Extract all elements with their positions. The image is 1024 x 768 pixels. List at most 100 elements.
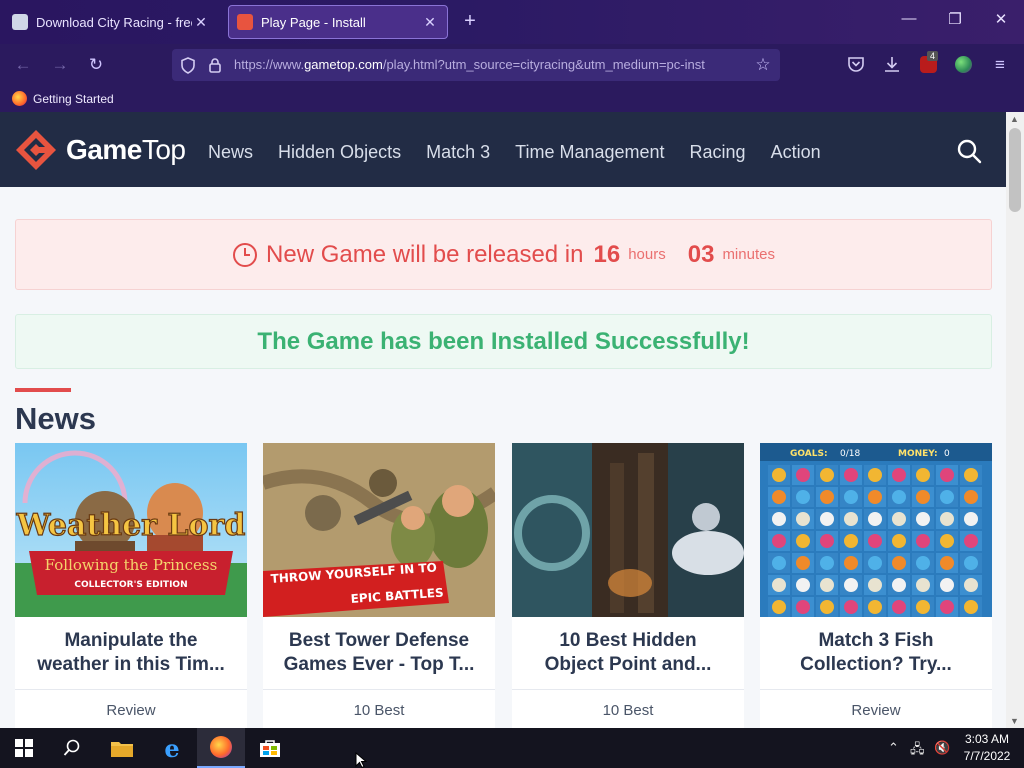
card-title-line2: Games Ever - Top T... — [283, 654, 475, 675]
thumb-money-label: MONEY: — [898, 449, 938, 459]
reload-icon[interactable]: ↻ — [85, 54, 107, 76]
menu-item-action[interactable]: Action — [771, 142, 821, 163]
search-icon[interactable] — [956, 138, 982, 164]
card-title[interactable]: Manipulate the weather in this Tim... — [15, 617, 247, 689]
tab-download-city-racing[interactable]: Download City Racing - free - la ✕ — [4, 5, 218, 39]
news-card-weather-lord[interactable]: Weather Lord Following the Princess COLL… — [15, 443, 247, 728]
card-title[interactable]: 10 Best Hidden Object Point and... — [512, 617, 744, 689]
thumb-title: Weather Lord — [16, 508, 246, 543]
close-tab-icon[interactable]: ✕ — [421, 14, 439, 31]
menu-item-news[interactable]: News — [208, 142, 253, 163]
search-taskbar-button[interactable] — [48, 728, 96, 768]
grid-gem — [796, 512, 810, 526]
match-3-fish-thumbnail[interactable]: GOALS: 0/18 MONEY: 0 — [760, 443, 992, 617]
grid-gem — [868, 490, 882, 504]
menu-item-time-management[interactable]: Time Management — [515, 142, 664, 163]
scroll-up-icon[interactable]: ▲ — [1010, 114, 1019, 124]
url-text[interactable]: https://www.gametop.com/play.html?utm_so… — [234, 57, 746, 72]
bookmark-star-icon[interactable]: ☆ — [752, 54, 774, 76]
hamburger-menu-icon[interactable]: ≡ — [989, 54, 1011, 76]
tower-defense-thumbnail[interactable]: THROW YOURSELF IN TO EPIC BATTLES — [263, 443, 495, 617]
pocket-icon[interactable] — [847, 56, 865, 73]
firefox-taskbar-button[interactable] — [197, 728, 245, 768]
grid-gem — [940, 468, 954, 482]
card-title[interactable]: Best Tower Defense Games Ever - Top T... — [263, 617, 495, 689]
gametop-logo[interactable]: GameTop — [14, 128, 186, 172]
chevron-up-icon[interactable]: ⌃ — [888, 740, 899, 756]
grid-gem — [916, 512, 930, 526]
network-icon[interactable]: 🖧 — [910, 740, 925, 762]
logo-text-game: Game — [66, 134, 142, 165]
weather-lord-thumbnail[interactable]: Weather Lord Following the Princess COLL… — [15, 443, 247, 617]
grid-gem — [868, 468, 882, 482]
grid-gem — [940, 490, 954, 504]
news-card-hidden-object[interactable]: 10 Best Hidden Object Point and... 10 Be… — [512, 443, 744, 728]
internet-explorer-button[interactable]: e — [148, 728, 196, 768]
grid-gem — [892, 490, 906, 504]
extension-globe-icon[interactable] — [955, 56, 972, 73]
bookmark-label: Getting Started — [33, 91, 114, 106]
hidden-object-thumbnail[interactable] — [512, 443, 744, 617]
menu-item-hidden-objects[interactable]: Hidden Objects — [278, 142, 401, 163]
grid-gem — [844, 490, 858, 504]
card-category[interactable]: Review — [760, 689, 992, 719]
card-category[interactable]: 10 Best — [512, 689, 744, 719]
firefox-icon — [210, 736, 232, 758]
grid-gem — [868, 578, 882, 592]
menu-item-racing[interactable]: Racing — [690, 142, 746, 163]
gametop-favicon-icon — [12, 14, 28, 30]
grid-gem — [964, 468, 978, 482]
volume-muted-icon[interactable]: 🔇 — [934, 740, 950, 756]
browser-navbar: ← → ↻ https://www.gametop.com/play.html?… — [0, 44, 1024, 86]
menu-item-match-3[interactable]: Match 3 — [426, 142, 490, 163]
internet-explorer-icon: e — [164, 733, 180, 763]
scroll-down-icon[interactable]: ▼ — [1010, 716, 1019, 726]
card-category[interactable]: Review — [15, 689, 247, 719]
close-window-button[interactable]: ✕ — [986, 10, 1016, 28]
forward-arrow-icon[interactable]: → — [49, 54, 71, 76]
countdown-hours-label: hours — [628, 246, 666, 263]
start-button[interactable] — [0, 728, 48, 768]
address-bar[interactable]: https://www.gametop.com/play.html?utm_so… — [172, 49, 780, 81]
windows-taskbar: e ⌃ 🖧 🔇 3:03 AM 7/7/2022 — [0, 728, 1024, 768]
grid-gem — [772, 600, 786, 614]
file-explorer-button[interactable] — [98, 728, 146, 768]
grid-gem — [892, 534, 906, 548]
scrollbar-thumb[interactable] — [1009, 128, 1021, 212]
news-card-tower-defense[interactable]: THROW YOURSELF IN TO EPIC BATTLES Best T… — [263, 443, 495, 728]
close-tab-icon[interactable]: ✕ — [192, 14, 210, 31]
grid-gem — [868, 556, 882, 570]
card-title[interactable]: Match 3 Fish Collection? Try... — [760, 617, 992, 689]
card-title-line1: 10 Best Hidden — [559, 630, 697, 651]
grid-gem — [916, 468, 930, 482]
page-scrollbar[interactable]: ▲ ▼ — [1006, 112, 1024, 728]
grid-gem — [820, 534, 834, 548]
microsoft-store-button[interactable] — [246, 728, 294, 768]
countdown-message: New Game will be released in — [266, 240, 584, 268]
tab-play-page-install[interactable]: Play Page - Install ✕ — [228, 5, 448, 39]
downloads-icon[interactable] — [883, 55, 901, 73]
plus-icon[interactable]: + — [458, 10, 482, 33]
bookmark-getting-started[interactable]: Getting Started — [12, 91, 114, 106]
grid-gem — [892, 600, 906, 614]
grid-gem — [820, 556, 834, 570]
tracking-shield-icon[interactable] — [180, 57, 196, 74]
restore-button[interactable]: ❐ — [940, 10, 970, 28]
grid-gem — [820, 578, 834, 592]
gametop-favicon-icon — [237, 14, 253, 30]
card-title-line2: Object Point and... — [544, 654, 712, 675]
grid-gem — [772, 556, 786, 570]
grid-gem — [868, 512, 882, 526]
card-title-line1: Best Tower Defense — [288, 630, 470, 651]
card-category[interactable]: 10 Best — [263, 689, 495, 719]
system-clock[interactable]: 3:03 AM 7/7/2022 — [958, 731, 1016, 765]
lock-icon[interactable] — [208, 57, 222, 73]
grid-gem — [844, 556, 858, 570]
thumb-money-value: 0 — [944, 449, 950, 459]
logo-text: GameTop — [66, 134, 186, 166]
back-arrow-icon[interactable]: ← — [12, 54, 34, 76]
minimize-button[interactable]: — — [894, 10, 924, 27]
news-card-match-3-fish[interactable]: GOALS: 0/18 MONEY: 0 Match 3 Fish Collec… — [760, 443, 992, 728]
mouse-cursor-icon — [355, 752, 367, 768]
clock-date: 7/7/2022 — [963, 749, 1011, 763]
